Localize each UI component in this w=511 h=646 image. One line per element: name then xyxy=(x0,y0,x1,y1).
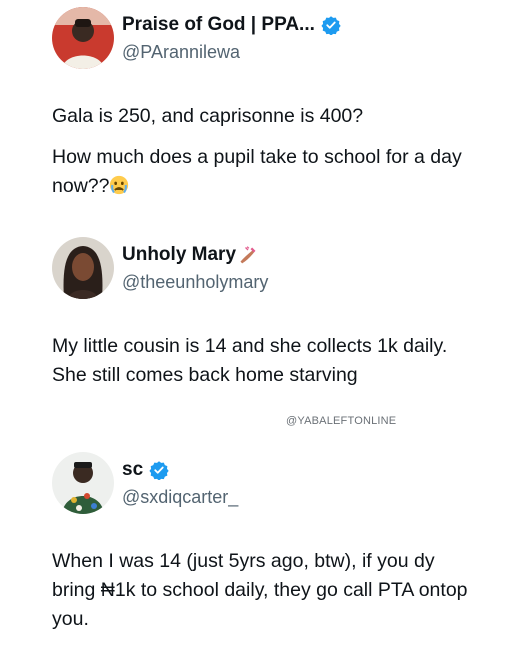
paragraph: Gala is 250, and caprisonne is 400? xyxy=(52,105,364,127)
handle[interactable]: @theeunholymary xyxy=(122,272,268,293)
avatar[interactable] xyxy=(52,7,114,69)
post-text: Gala is 250, and caprisonne is 400? How … xyxy=(52,102,482,213)
paragraph: When I was 14 (just 5yrs ago, btw), if y… xyxy=(52,550,468,630)
post-text: When I was 14 (just 5yrs ago, btw), if y… xyxy=(52,547,482,646)
watermark: @YABALEFTONLINE xyxy=(286,415,397,427)
post-text: My little cousin is 14 and she collects … xyxy=(52,332,482,402)
avatar[interactable] xyxy=(52,452,114,514)
avatar-man-patterned-shirt xyxy=(52,452,114,514)
handle[interactable]: @PArannilewa xyxy=(122,42,240,63)
post-3: sc @sxdiqcarter_ When I was 14 (just 5yr… xyxy=(0,445,511,640)
avatar-man-red-background xyxy=(52,7,114,69)
display-name[interactable]: Praise of God | PPA... xyxy=(122,14,315,36)
paragraph-with-emoji: How much does a pupil take to school for… xyxy=(52,143,482,201)
paragraph: My little cousin is 14 and she collects … xyxy=(52,335,448,386)
nail-polish-emoji xyxy=(240,246,256,264)
avatar[interactable] xyxy=(52,237,114,299)
display-name[interactable]: sc xyxy=(122,459,143,481)
crying-face-emoji xyxy=(110,175,129,195)
handle[interactable]: @sxdiqcarter_ xyxy=(122,487,238,508)
avatar-woman xyxy=(52,237,114,299)
verified-badge-icon xyxy=(321,16,341,35)
display-name[interactable]: Unholy Mary xyxy=(122,244,236,266)
post-1: Praise of God | PPA... @PArannilewa Gala… xyxy=(0,0,511,230)
post-2: Unholy Mary @theeunholymary My little co… xyxy=(0,230,511,440)
verified-badge-icon xyxy=(149,461,169,480)
